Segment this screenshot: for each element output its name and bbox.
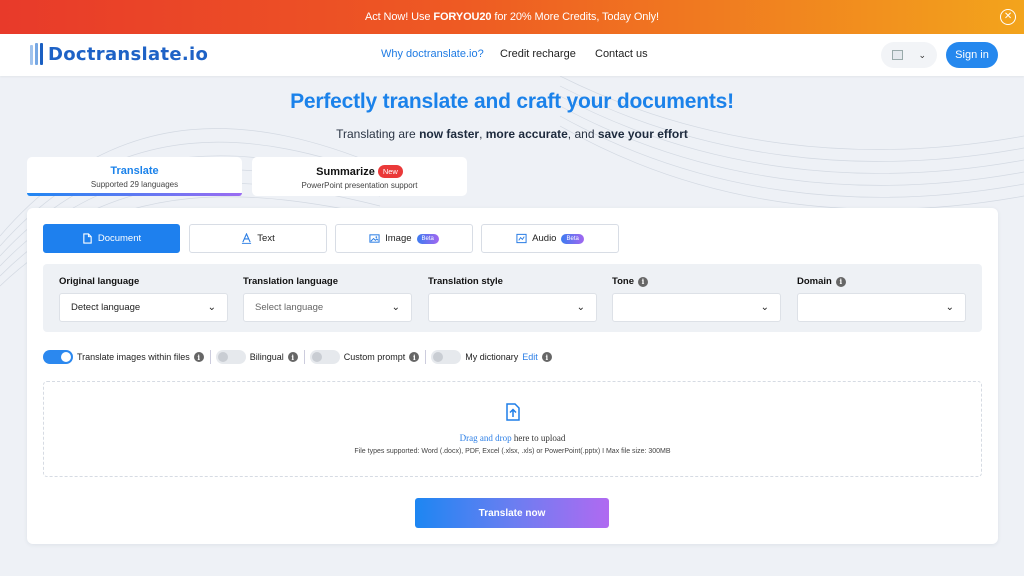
close-icon[interactable]: ✕ [1000,9,1016,25]
custom-prompt-toggle[interactable] [309,350,340,364]
type-text-label: Text [257,233,275,244]
tab-translate[interactable]: Translate Supported 29 languages [27,157,242,196]
divider [425,350,427,364]
type-document-button[interactable]: Document [43,224,180,253]
supported-file-types: File types supported: Word (.docx), PDF,… [354,448,671,455]
option-bilingual: Bilingual i [215,350,298,364]
page-title: Perfectly translate and craft your docum… [290,90,734,113]
info-icon[interactable]: i [287,352,298,362]
nav-link-contact[interactable]: Contact us [595,48,648,60]
custom-prompt-label: Custom prompt [343,352,406,362]
translate-images-toggle[interactable] [43,350,73,364]
translation-style-label: Translation style [428,276,503,287]
tab-summarize-subtitle: PowerPoint presentation support [301,181,418,190]
tone-label: Tone i [612,276,648,287]
logo-icon [30,43,43,65]
tone-select[interactable]: ⌄ [612,293,781,322]
language-dropdown[interactable]: ⌄ [881,42,937,68]
promo-code: FORYOU20 [433,11,492,23]
bilingual-label: Bilingual [249,352,284,362]
type-image-button[interactable]: Image Beta [335,224,473,253]
document-icon [83,233,92,244]
type-audio-button[interactable]: Audio Beta [481,224,619,253]
chevron-down-icon: ⌄ [918,49,926,60]
translation-language-placeholder: Select language [255,302,324,313]
translation-language-label: Translation language [243,276,339,287]
type-document-label: Document [97,233,142,244]
chevron-down-icon: ⌄ [760,302,769,313]
text-icon [242,233,252,244]
chevron-down-icon: ⌄ [207,302,216,313]
dictionary-edit-link[interactable]: Edit [522,352,538,362]
image-icon [369,234,380,243]
tab-summarize[interactable]: Summarize New PowerPoint presentation sup… [252,157,467,196]
bilingual-toggle[interactable] [215,350,246,364]
sign-in-button[interactable]: Sign in [946,42,998,68]
upload-instruction: Drag and drop here to upload [459,433,566,443]
top-nav: Doctranslate.io Why doctranslate.io? Cre… [0,34,1024,76]
promo-text: Act Now! Use FORYOU20 for 20% More Credi… [365,11,659,23]
upload-icon [506,403,520,421]
translation-language-select[interactable]: Select language ⌄ [243,293,412,322]
original-language-select[interactable]: Detect language ⌄ [59,293,228,322]
my-dictionary-toggle[interactable] [431,350,462,364]
drag-and-drop-link[interactable]: Drag and drop [460,433,512,443]
chevron-down-icon: ⌄ [945,302,954,313]
option-translate-images: Translate images within files i [43,350,204,364]
translate-now-button[interactable]: Translate now [415,498,609,528]
nav-link-why[interactable]: Why doctranslate.io? [381,48,484,60]
option-custom-prompt: Custom prompt i [309,350,420,364]
audio-icon [516,233,527,244]
flag-icon [892,50,903,60]
info-icon[interactable]: i [541,352,552,362]
promo-suffix: for 20% More Credits, Today Only! [491,11,660,23]
beta-badge: Beta [416,233,439,244]
translation-settings-panel: Original language Detect language ⌄ Tran… [43,264,982,332]
beta-badge: Beta [561,233,584,244]
domain-select[interactable]: ⌄ [797,293,966,322]
page-subtitle: Translating are now faster, more accurat… [336,127,688,141]
chevron-down-icon: ⌄ [391,302,400,313]
info-icon[interactable]: i [193,352,204,362]
domain-label: Domain i [797,276,846,287]
nav-link-credit-recharge[interactable]: Credit recharge [500,48,576,60]
promo-prefix: Act Now! Use [364,11,434,23]
divider [209,350,211,364]
active-tab-indicator [27,193,242,196]
options-row: Translate images within files i Bilingua… [43,349,552,365]
translate-card: Document Text Image Beta Audio Beta Orig… [27,208,998,544]
type-text-button[interactable]: Text [189,224,327,253]
my-dictionary-label: My dictionary [465,352,519,362]
divider [303,350,305,364]
type-audio-label: Audio [532,233,557,244]
type-image-label: Image [385,233,412,244]
original-language-label: Original language [59,276,140,287]
new-badge: New [377,165,403,178]
promo-banner: Act Now! Use FORYOU20 for 20% More Credi… [0,0,1024,34]
chevron-down-icon: ⌄ [576,302,585,313]
logo[interactable]: Doctranslate.io [30,43,208,65]
info-icon[interactable]: i [409,352,420,362]
translate-images-label: Translate images within files [77,352,190,362]
translation-style-select[interactable]: ⌄ [428,293,597,322]
logo-text: Doctranslate.io [48,43,209,65]
tab-translate-subtitle: Supported 29 languages [90,180,179,189]
upload-dropzone[interactable]: Drag and drop here to upload File types … [43,381,982,477]
tab-translate-title: Translate [110,165,159,177]
info-icon[interactable]: i [638,276,648,287]
info-icon[interactable]: i [835,276,846,287]
option-my-dictionary: My dictionary Edit i [431,350,552,364]
tab-summarize-title: Summarize New [252,165,467,178]
original-language-value: Detect language [71,302,141,313]
